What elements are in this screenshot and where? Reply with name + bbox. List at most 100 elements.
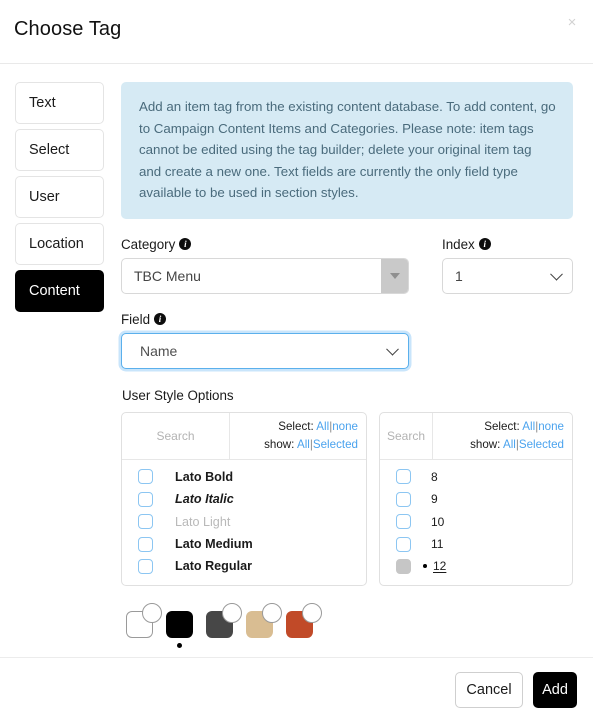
category-group: Category i TBC Menu xyxy=(121,237,409,294)
font-show-all-link[interactable]: All xyxy=(297,438,310,451)
swatch-badge-icon[interactable] xyxy=(222,602,242,623)
swatch-badge-icon[interactable] xyxy=(262,602,282,623)
page-title: Choose Tag xyxy=(14,18,122,40)
size-select-none-link[interactable]: none xyxy=(538,420,564,433)
checkbox[interactable] xyxy=(396,491,411,507)
index-label-wrap: Index i xyxy=(442,237,573,252)
chevron-down-icon xyxy=(386,342,399,356)
list-item[interactable]: Lato Light xyxy=(122,510,366,532)
font-search-cell[interactable] xyxy=(122,412,230,459)
size-show-all-link[interactable]: All xyxy=(503,438,516,451)
checkbox[interactable] xyxy=(138,536,153,552)
index-label: Index xyxy=(442,236,475,252)
add-button[interactable]: Add xyxy=(533,671,577,708)
selected-dot-icon xyxy=(177,642,182,648)
category-index-row: Category i TBC Menu Index i 1 xyxy=(121,237,573,294)
size-panel-header: Select: All|none show: All|Selected xyxy=(380,412,572,460)
list-item[interactable]: Lato Regular xyxy=(122,555,366,577)
field-label-wrap: Field i xyxy=(121,312,409,327)
list-item-label: 9 xyxy=(431,492,438,507)
info-icon[interactable]: i xyxy=(478,238,491,251)
color-swatch-tan[interactable] xyxy=(243,602,283,649)
size-panel: Select: All|none show: All|Selected xyxy=(379,411,573,586)
font-select-all-link[interactable]: All xyxy=(316,420,329,433)
tab-content[interactable]: Content xyxy=(15,270,104,312)
list-item[interactable]: 12 xyxy=(380,555,572,577)
list-item[interactable]: Lato Italic xyxy=(122,488,366,510)
font-option-list: Lato Bold Lato Italic Lato Light Lato Me… xyxy=(122,460,366,585)
size-select-label: Select: xyxy=(484,419,520,433)
checkbox[interactable] xyxy=(138,558,153,574)
search-input[interactable] xyxy=(122,427,229,444)
list-item[interactable]: Lato Medium xyxy=(122,533,366,555)
color-swatch-dark-grey[interactable] xyxy=(203,602,243,649)
info-box: Add an item tag from the existing conten… xyxy=(121,82,573,219)
choose-tag-modal: Choose Tag × Text Select User Location C… xyxy=(0,0,593,721)
field-select[interactable]: Name xyxy=(121,332,409,369)
size-search-cell[interactable] xyxy=(380,412,433,459)
field-group: Field i Name xyxy=(121,312,409,369)
checkbox[interactable] xyxy=(396,536,411,552)
list-item-label: Lato Light xyxy=(175,514,231,529)
size-option-list: 8 9 10 11 12 xyxy=(380,460,572,585)
content-column: Add an item tag from the existing conten… xyxy=(121,82,573,649)
size-show-row: show: All|Selected xyxy=(433,436,564,454)
tab-select-label: Select xyxy=(29,142,70,158)
category-label: Category xyxy=(121,236,176,252)
checkbox[interactable] xyxy=(138,514,153,530)
tab-text[interactable]: Text xyxy=(15,82,104,124)
list-item-label: 11 xyxy=(431,537,444,552)
list-item-label: 12 xyxy=(433,559,447,574)
font-select-links: Select: All|none show: All|Selected xyxy=(230,413,366,459)
size-select-all-link[interactable]: All xyxy=(522,420,535,433)
category-dropdown-button[interactable] xyxy=(381,258,408,293)
chevron-down-icon xyxy=(550,267,563,281)
info-icon[interactable]: i xyxy=(179,238,192,251)
list-item[interactable]: Lato Bold xyxy=(122,466,366,488)
tab-location[interactable]: Location xyxy=(15,223,104,265)
tab-content-label: Content xyxy=(29,283,80,299)
color-swatch-white[interactable] xyxy=(123,602,163,649)
font-show-label: show: xyxy=(264,437,295,451)
modal-footer: Cancel Add xyxy=(0,657,593,721)
size-select-row: Select: All|none xyxy=(433,418,564,436)
field-label: Field xyxy=(121,311,151,327)
category-select[interactable]: TBC Menu xyxy=(121,257,409,294)
cancel-button[interactable]: Cancel xyxy=(455,671,523,708)
color-swatch-black[interactable] xyxy=(163,603,203,649)
chevron-down-icon xyxy=(389,272,400,279)
list-item[interactable]: 8 xyxy=(380,466,572,488)
swatch-badge-icon[interactable] xyxy=(302,602,322,623)
font-show-selected-link[interactable]: Selected xyxy=(313,438,358,451)
list-item-label: 10 xyxy=(431,514,445,529)
info-icon[interactable]: i xyxy=(154,313,167,326)
list-item[interactable]: 9 xyxy=(380,488,572,510)
search-input[interactable] xyxy=(380,427,432,444)
list-item[interactable]: 10 xyxy=(380,510,572,532)
tab-text-label: Text xyxy=(29,95,56,111)
list-item-label: 8 xyxy=(431,469,438,484)
list-item-label: Lato Regular xyxy=(175,559,252,574)
checkbox[interactable] xyxy=(396,469,411,485)
color-swatch-row xyxy=(123,602,573,649)
checkbox[interactable] xyxy=(396,514,411,530)
field-row: Field i Name xyxy=(121,312,573,369)
tab-user-label: User xyxy=(29,189,60,205)
tab-select[interactable]: Select xyxy=(15,129,104,171)
size-show-selected-link[interactable]: Selected xyxy=(519,438,564,451)
index-select[interactable]: 1 xyxy=(442,257,573,294)
checkbox[interactable] xyxy=(138,491,153,507)
list-item-label: Lato Italic xyxy=(175,492,234,507)
font-select-row: Select: All|none xyxy=(230,418,358,436)
tab-user[interactable]: User xyxy=(15,176,104,218)
size-show-label: show: xyxy=(470,437,501,451)
swatch-chip[interactable] xyxy=(166,610,193,638)
swatch-badge-icon[interactable] xyxy=(142,602,162,623)
checkbox[interactable] xyxy=(138,469,153,485)
user-style-options-title: User Style Options xyxy=(122,387,234,403)
color-swatch-orange-red[interactable] xyxy=(283,602,323,649)
close-icon[interactable]: × xyxy=(563,14,581,32)
checkbox[interactable] xyxy=(396,558,411,574)
list-item[interactable]: 11 xyxy=(380,533,572,555)
font-select-none-link[interactable]: none xyxy=(332,420,358,433)
